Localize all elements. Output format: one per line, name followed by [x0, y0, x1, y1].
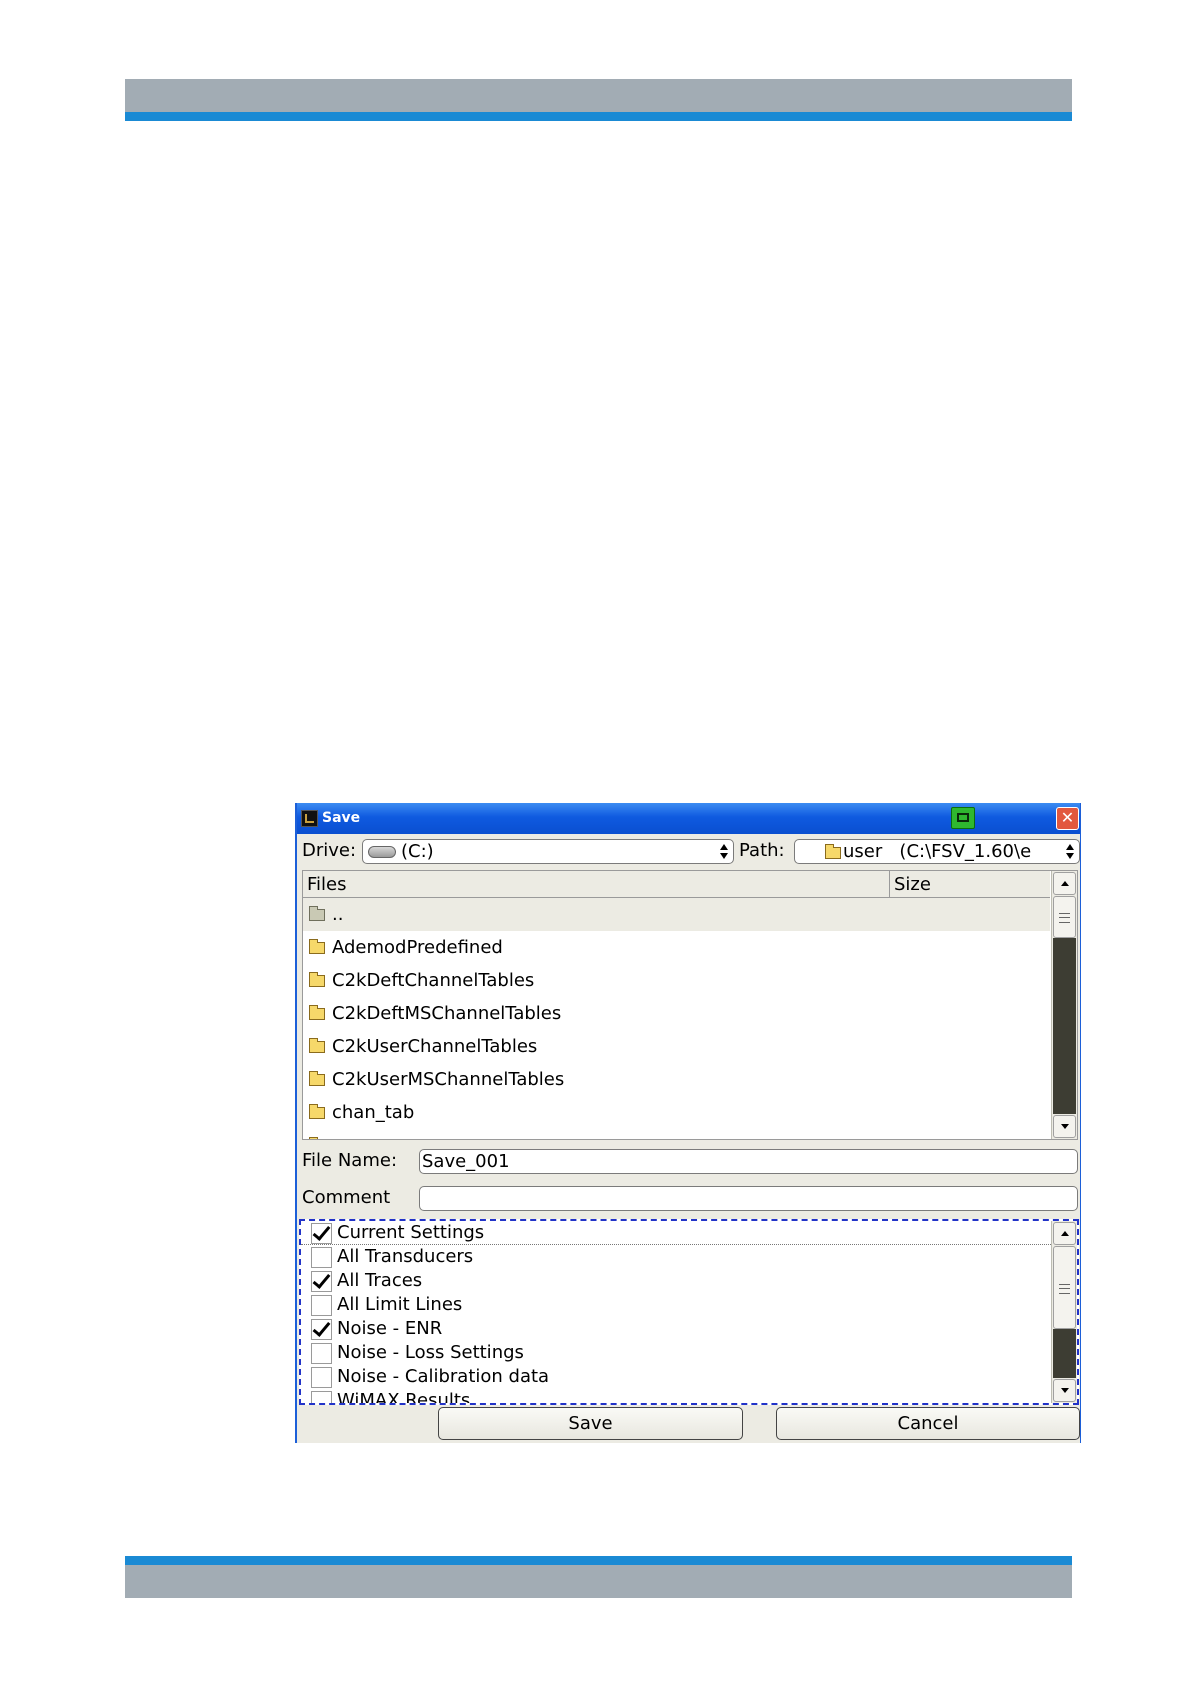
save-dialog: Save ✕ Drive: (C:) Path: user (C:\FSV_1.… [295, 803, 1081, 1443]
spin-arrows-icon[interactable] [719, 843, 729, 860]
save-item-label: Noise - Loss Settings [337, 1342, 524, 1363]
file-row[interactable]: C2kDeftChannelTables [303, 964, 1050, 997]
scroll-up-icon[interactable] [1053, 1222, 1076, 1245]
save-item-row[interactable]: Noise - ENR [301, 1317, 1051, 1341]
dialog-title: Save [322, 810, 361, 826]
page-header-band [125, 79, 1072, 121]
save-item-label: Noise - Calibration data [337, 1366, 550, 1387]
save-items-list[interactable]: Current Settings All Transducers All Trace… [299, 1219, 1079, 1405]
file-row[interactable]: C2kUserChannelTables [303, 1030, 1050, 1063]
comment-input[interactable] [419, 1186, 1078, 1211]
checkbox-unchecked-icon[interactable] [311, 1343, 332, 1364]
checkbox-checked-icon[interactable] [311, 1319, 332, 1340]
drive-label: Drive: [302, 840, 357, 861]
file-rows: .. AdemodPredefined C2kDeftChannelTables C2… [303, 898, 1050, 1139]
file-row[interactable]: C2kUserMSChannelTables [303, 1063, 1050, 1096]
checkbox-unchecked-icon[interactable] [311, 1247, 332, 1268]
file-row[interactable] [303, 1129, 1050, 1139]
file-row[interactable]: AdemodPredefined [303, 931, 1050, 964]
checkbox-checked-icon[interactable] [311, 1271, 332, 1292]
spin-arrows-icon[interactable] [1065, 843, 1075, 860]
save-item-row[interactable]: Noise - Calibration data [301, 1365, 1051, 1389]
path-select[interactable]: user (C:\FSV_1.60\e [794, 839, 1080, 864]
comment-label: Comment [302, 1187, 391, 1208]
folder-icon [309, 1038, 325, 1053]
drive-select[interactable]: (C:) [362, 839, 734, 864]
folder-icon [309, 972, 325, 987]
file-list[interactable]: Files Size .. AdemodPredefined C2kDeftChan… [302, 870, 1078, 1140]
filename-label: File Name: [302, 1150, 398, 1171]
scroll-track[interactable] [1053, 938, 1076, 1114]
save-item-label: All Limit Lines [337, 1294, 463, 1315]
footer-stripe [125, 1556, 1072, 1565]
save-item-row[interactable]: All Transducers [301, 1245, 1051, 1269]
checkbox-unchecked-icon[interactable] [311, 1367, 332, 1388]
file-name: C2kUserMSChannelTables [332, 1069, 565, 1090]
file-row[interactable]: chan_tab [303, 1096, 1050, 1129]
save-item-label: Current Settings [337, 1222, 485, 1243]
items-scrollbar[interactable] [1051, 1221, 1077, 1403]
files-scrollbar[interactable] [1051, 871, 1077, 1139]
folder-up-icon [309, 906, 325, 921]
column-header-files[interactable]: Files [303, 871, 890, 898]
dialog-titlebar[interactable]: Save ✕ [297, 803, 1080, 834]
save-item-row[interactable]: All Traces [301, 1269, 1051, 1293]
scroll-thumb[interactable] [1053, 1246, 1076, 1329]
save-item-row[interactable]: All Limit Lines [301, 1293, 1051, 1317]
scroll-up-icon[interactable] [1053, 872, 1076, 895]
scroll-down-icon[interactable] [1053, 1379, 1076, 1402]
file-name: AdemodPredefined [332, 937, 503, 958]
folder-icon [309, 939, 325, 954]
checkbox-unchecked-icon[interactable] [311, 1391, 332, 1403]
drive-icon [368, 846, 396, 858]
checkbox-checked-icon[interactable] [311, 1223, 332, 1244]
save-item-label: Noise - ENR [337, 1318, 443, 1339]
folder-icon [825, 844, 841, 859]
path-value: user (C:\FSV_1.60\e [843, 841, 1032, 862]
file-name: C2kDeftChannelTables [332, 970, 535, 991]
save-item-label: All Transducers [337, 1246, 474, 1267]
path-label: Path: [739, 840, 785, 861]
file-row[interactable]: C2kDeftMSChannelTables [303, 997, 1050, 1030]
save-items-rows: Current Settings All Transducers All Trace… [301, 1221, 1051, 1405]
scroll-down-icon[interactable] [1053, 1115, 1076, 1138]
folder-icon [309, 1104, 325, 1119]
app-icon [301, 810, 318, 827]
scroll-track[interactable] [1053, 1329, 1076, 1378]
print-icon[interactable] [951, 807, 975, 829]
save-item-label: WiMAX Results [337, 1390, 471, 1405]
page-footer-band [125, 1556, 1072, 1598]
file-name: C2kDeftMSChannelTables [332, 1003, 562, 1024]
save-button[interactable]: Save [438, 1407, 743, 1440]
save-item-row[interactable]: WiMAX Results [301, 1389, 1051, 1405]
header-stripe [125, 112, 1072, 121]
cancel-button[interactable]: Cancel [776, 1407, 1080, 1440]
save-item-row[interactable]: Noise - Loss Settings [301, 1341, 1051, 1365]
file-row[interactable]: .. [303, 898, 1050, 931]
save-item-row[interactable]: Current Settings [301, 1221, 1051, 1245]
checkbox-unchecked-icon[interactable] [311, 1295, 332, 1316]
close-icon[interactable]: ✕ [1056, 807, 1079, 830]
file-name: chan_tab [332, 1102, 415, 1123]
scroll-thumb[interactable] [1053, 896, 1076, 938]
file-name: C2kUserChannelTables [332, 1036, 538, 1057]
drive-value: (C:) [401, 841, 434, 862]
file-name: .. [332, 904, 344, 925]
filename-input[interactable]: Save_001 [419, 1149, 1078, 1174]
save-item-label: All Traces [337, 1270, 423, 1291]
folder-icon [309, 1005, 325, 1020]
folder-icon [309, 1071, 325, 1086]
column-header-size[interactable]: Size [890, 871, 1050, 898]
